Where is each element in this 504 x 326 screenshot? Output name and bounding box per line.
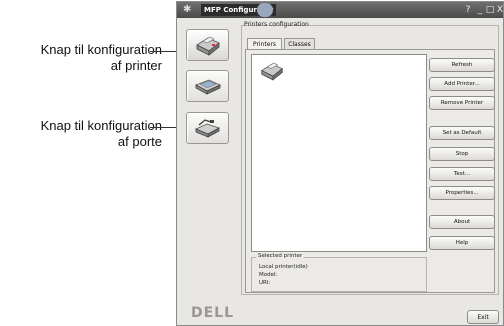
scanner-icon <box>195 79 221 95</box>
exit-button[interactable]: Exit <box>467 310 499 324</box>
window-titlebar[interactable]: ✱ MFP Configurator ? _ □ X <box>177 2 503 18</box>
minimize-icon[interactable]: _ <box>475 4 485 16</box>
set-default-button[interactable]: Set as Default <box>429 126 495 140</box>
add-printer-button[interactable]: Add Printer... <box>429 77 495 91</box>
mfp-configurator-window: ✱ MFP Configurator ? _ □ X Printers conf… <box>176 1 504 326</box>
scanner-config-button[interactable] <box>186 70 229 102</box>
selected-printer-uri: URI: <box>259 280 271 286</box>
properties-button[interactable]: Properties... <box>429 186 495 200</box>
screenshot: Knap til konfiguration af printer Knap t… <box>0 0 504 326</box>
titlebar-decoration-icon <box>257 3 273 17</box>
group-label: Printers configuration <box>244 21 309 28</box>
callout-port-config: Knap til konfiguration af porte <box>40 118 162 149</box>
selected-printer-title: Selected printer <box>256 253 305 259</box>
help-button[interactable]: Help <box>429 236 495 250</box>
printer-icon <box>196 36 220 56</box>
remove-printer-button[interactable]: Remove Printer <box>429 96 495 110</box>
maximize-icon[interactable]: □ <box>485 4 495 16</box>
selected-printer-status: Local printer(idle) <box>259 264 308 270</box>
app-icon: ✱ <box>183 4 192 15</box>
printer-list[interactable] <box>251 54 427 252</box>
close-icon[interactable]: X <box>495 4 504 16</box>
port-config-button[interactable] <box>186 112 229 144</box>
stop-button[interactable]: Stop <box>429 147 495 161</box>
help-icon[interactable]: ? <box>463 4 473 16</box>
printer-config-button[interactable] <box>186 29 229 61</box>
printer-item-icon[interactable] <box>258 59 286 83</box>
about-button[interactable]: About <box>429 215 495 229</box>
refresh-button[interactable]: Refresh <box>429 58 495 72</box>
callout-printer-config: Knap til konfiguration af printer <box>40 42 162 73</box>
port-icon <box>194 119 220 138</box>
test-button[interactable]: Test... <box>429 167 495 181</box>
selected-printer-group <box>251 257 427 292</box>
selected-printer-model: Model: <box>259 272 278 278</box>
dell-logo: DELL <box>191 305 235 321</box>
